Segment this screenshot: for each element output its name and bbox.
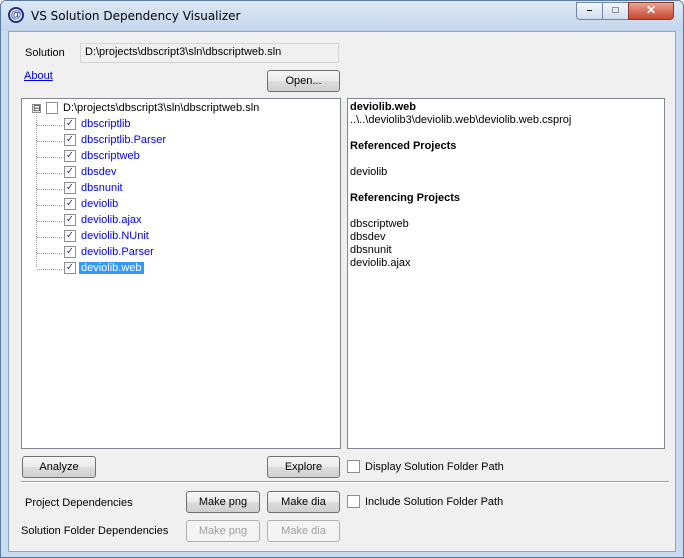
referenced-heading: Referenced Projects: [350, 140, 457, 152]
make-png-button[interactable]: Make png: [186, 491, 260, 513]
include-folder-path-checkbox[interactable]: [347, 495, 360, 508]
tree-item-label: dbsdev: [81, 166, 117, 178]
tree-item-label: deviolib.Parser: [81, 246, 154, 258]
referencing-project: dbscriptweb: [350, 218, 409, 230]
project-name: deviolib.web: [350, 101, 417, 113]
tree-item-label: dbscriptlib: [81, 118, 131, 130]
about-link[interactable]: About: [24, 70, 53, 82]
tree-item-checkbox[interactable]: ✓: [64, 166, 76, 178]
tree-guide-branch: [37, 189, 62, 190]
tree-guide-branch: [37, 205, 62, 206]
tree-item-label: deviolib: [81, 198, 119, 210]
open-button[interactable]: Open...: [267, 70, 340, 92]
folder-dependencies-label: Solution Folder Dependencies: [21, 525, 169, 537]
analyze-button[interactable]: Analyze: [22, 456, 96, 478]
tree-item-checkbox[interactable]: ✓: [64, 246, 76, 258]
explore-button[interactable]: Explore: [267, 456, 340, 478]
tree-item-checkbox[interactable]: ✓: [64, 118, 76, 130]
minimize-icon: –: [586, 5, 593, 16]
tree-item-checkbox[interactable]: ✓: [64, 134, 76, 146]
project-dependencies-label: Project Dependencies: [25, 497, 133, 509]
referencing-heading: Referencing Projects: [350, 192, 461, 204]
referencing-project: deviolib.ajax: [350, 257, 411, 269]
make-dia-button[interactable]: Make dia: [267, 491, 340, 513]
tree-guide-branch: [37, 237, 62, 238]
minimize-button[interactable]: –: [576, 2, 603, 20]
divider: [21, 481, 669, 483]
root-checkbox[interactable]: [46, 102, 58, 114]
tree-guide-branch: [37, 269, 62, 270]
tree-item-checkbox[interactable]: ✓: [64, 262, 76, 274]
tree-guide-branch: [37, 141, 62, 142]
tree-guide-branch: [37, 221, 62, 222]
tree-guide-branch: [37, 157, 62, 158]
tree-item-checkbox[interactable]: ✓: [64, 214, 76, 226]
tree-guide-branch: [37, 125, 62, 126]
project-details-panel: deviolib.web ..\..\deviolib3\deviolib.we…: [347, 98, 665, 449]
client-area: Solution D:\projects\dbscript3\sln\dbscr…: [8, 31, 676, 552]
referenced-project: deviolib: [350, 166, 388, 178]
close-icon: ✕: [645, 3, 657, 17]
tree-guide-branch: [37, 253, 62, 254]
tree-item-checkbox[interactable]: ✓: [64, 230, 76, 242]
tree-item-label: dbscriptweb: [81, 150, 140, 162]
folder-make-png-button[interactable]: Make png: [186, 520, 260, 542]
at-sign-icon: @: [8, 7, 24, 23]
collapse-icon[interactable]: ⊟: [32, 104, 41, 113]
window-title: VS Solution Dependency Visualizer: [31, 9, 241, 23]
tree-item-label: dbsnunit: [81, 182, 123, 194]
tree-root-label: D:\projects\dbscript3\sln\dbscriptweb.sl…: [63, 102, 260, 114]
project-path: ..\..\deviolib3\deviolib.web\deviolib.we…: [350, 114, 572, 126]
maximize-button[interactable]: □: [602, 2, 629, 20]
solution-label: Solution: [25, 47, 65, 59]
tree-item-checkbox[interactable]: ✓: [64, 150, 76, 162]
include-folder-path-label: Include Solution Folder Path: [365, 496, 504, 508]
tree-item-label: deviolib.NUnit: [81, 230, 149, 242]
close-button[interactable]: ✕: [628, 2, 674, 20]
tree-guide-branch: [37, 173, 62, 174]
solution-path-field[interactable]: D:\projects\dbscript3\sln\dbscriptweb.sl…: [80, 43, 339, 63]
tree-item-checkbox[interactable]: ✓: [64, 182, 76, 194]
project-tree[interactable]: ⊟ D:\projects\dbscript3\sln\dbscriptweb.…: [21, 98, 341, 449]
display-folder-path-checkbox[interactable]: [347, 460, 360, 473]
referencing-project: dbsnunit: [350, 244, 392, 256]
referencing-project: dbsdev: [350, 231, 386, 243]
title-bar[interactable]: @ VS Solution Dependency Visualizer – □ …: [1, 1, 683, 31]
maximize-icon: □: [612, 5, 619, 16]
tree-item-label: deviolib.ajax: [81, 214, 142, 226]
tree-item-label: deviolib.web: [79, 262, 144, 274]
display-folder-path-label: Display Solution Folder Path: [365, 461, 504, 473]
app-window: @ VS Solution Dependency Visualizer – □ …: [0, 0, 684, 558]
tree-item-label: dbscriptlib.Parser: [81, 134, 166, 146]
folder-make-dia-button[interactable]: Make dia: [267, 520, 340, 542]
tree-item-checkbox[interactable]: ✓: [64, 198, 76, 210]
